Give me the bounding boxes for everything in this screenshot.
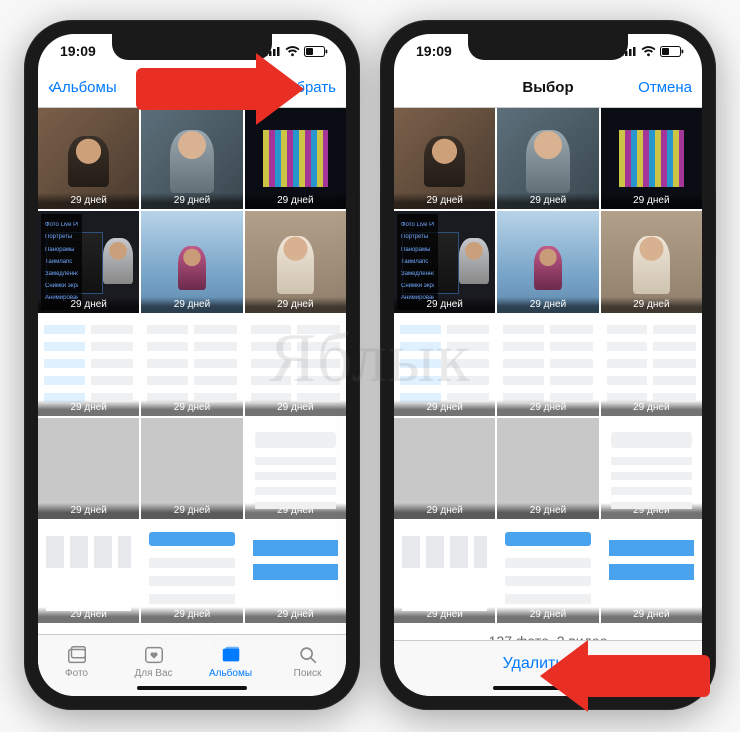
tab-photos[interactable]: Фото (38, 635, 115, 696)
annotation-arrow-delete (540, 640, 710, 712)
thumbnail[interactable]: 29 дней (245, 418, 346, 519)
cancel-label: Отмена (638, 79, 692, 96)
thumbnail[interactable]: 29 дней (394, 418, 495, 519)
heart-icon (143, 644, 165, 666)
thumbnail[interactable]: 29 дней (601, 521, 702, 622)
tab-label: Альбомы (209, 668, 252, 679)
thumbnail[interactable]: 29 дней (38, 108, 139, 209)
search-icon (297, 644, 319, 666)
thumbnail[interactable]: 29 дней (141, 418, 242, 519)
media-types-sidebar: Фото Live PhotosПортретыПанорамыТаймлапс… (41, 214, 82, 309)
notch (468, 34, 628, 60)
thumbnail[interactable]: 29 дней (38, 521, 139, 622)
tab-label: Для Вас (134, 668, 172, 679)
photos-icon (66, 644, 88, 666)
side-button (359, 190, 360, 260)
wifi-icon (641, 46, 656, 57)
volume-down (380, 246, 381, 292)
photo-grid: 29 дней 29 дней 29 дней Фото Live Photos… (38, 108, 346, 623)
mute-switch (24, 140, 25, 166)
screen-right: 19:09 Выбор Отмена 29 дней 29 дней (394, 34, 702, 696)
tab-label: Поиск (294, 668, 322, 679)
status-indicators (621, 46, 684, 57)
tab-search[interactable]: Поиск (269, 635, 346, 696)
thumbnail[interactable]: 29 дней (394, 521, 495, 622)
status-time: 19:09 (60, 43, 96, 59)
cancel-button[interactable]: Отмена (616, 79, 696, 96)
thumbnail[interactable]: 29 дней (141, 211, 242, 312)
albums-icon (220, 644, 242, 666)
photo-grid: 29 дней 29 дней 29 дней Фото Live Photos… (394, 108, 702, 623)
media-types-sidebar: Фото Live PhotosПортретыПанорамыТаймлапс… (397, 214, 438, 309)
thumbnail[interactable]: 29 дней (497, 211, 598, 312)
thumbnail[interactable]: 29 дней (497, 108, 598, 209)
nav-title: Выбор (480, 79, 616, 96)
photo-grid-scroll[interactable]: 29 дней 29 дней 29 дней Фото Live Photos… (38, 108, 346, 650)
thumbnail[interactable]: 29 дней (601, 315, 702, 416)
thumbnail[interactable]: 29 дней (141, 315, 242, 416)
thumbnail[interactable]: 29 дней (245, 211, 346, 312)
photo-grid-scroll[interactable]: 29 дней 29 дней 29 дней Фото Live Photos… (394, 108, 702, 640)
thumbnail[interactable]: 29 дней (38, 418, 139, 519)
screen-left: 19:09 ‹ Альбомы Н Выбрать (38, 34, 346, 696)
thumbnail[interactable]: 29 дней (601, 418, 702, 519)
tab-label: Фото (65, 668, 88, 679)
thumbnail[interactable]: 29 дней (245, 521, 346, 622)
thumbnail[interactable]: 29 дней (245, 315, 346, 416)
thumbnail[interactable]: 29 дней (601, 211, 702, 312)
back-button[interactable]: ‹ Альбомы (44, 77, 124, 98)
thumbnail[interactable]: 29 дней (38, 315, 139, 416)
thumbnail[interactable]: 29 дней (497, 418, 598, 519)
phone-right: 19:09 Выбор Отмена 29 дней 29 дней (380, 20, 716, 710)
thumbnail[interactable]: 29 дней (497, 521, 598, 622)
mute-switch (380, 140, 381, 166)
thumbnail[interactable]: Фото Live PhotosПортретыПанорамыТаймлапс… (38, 211, 139, 312)
thumbnail[interactable]: 29 дней (394, 315, 495, 416)
thumbnail[interactable]: 29 дней (141, 521, 242, 622)
nav-bar: Выбор Отмена (394, 68, 702, 108)
thumbnail[interactable]: Фото Live PhotosПортретыПанорамыТаймлапс… (394, 211, 495, 312)
status-time: 19:09 (416, 43, 452, 59)
side-button (715, 190, 716, 260)
summary-count: 127 фото, 2 видео (394, 623, 702, 640)
battery-icon (660, 46, 684, 57)
home-indicator[interactable] (137, 686, 247, 690)
back-label: Альбомы (52, 79, 117, 96)
annotation-arrow-select (136, 53, 306, 125)
thumbnail[interactable]: 29 дней (497, 315, 598, 416)
volume-up (380, 190, 381, 236)
battery-icon (304, 46, 328, 57)
volume-down (24, 246, 25, 292)
thumbnail[interactable]: 29 дней (394, 108, 495, 209)
thumbnail[interactable]: 29 дней (601, 108, 702, 209)
volume-up (24, 190, 25, 236)
